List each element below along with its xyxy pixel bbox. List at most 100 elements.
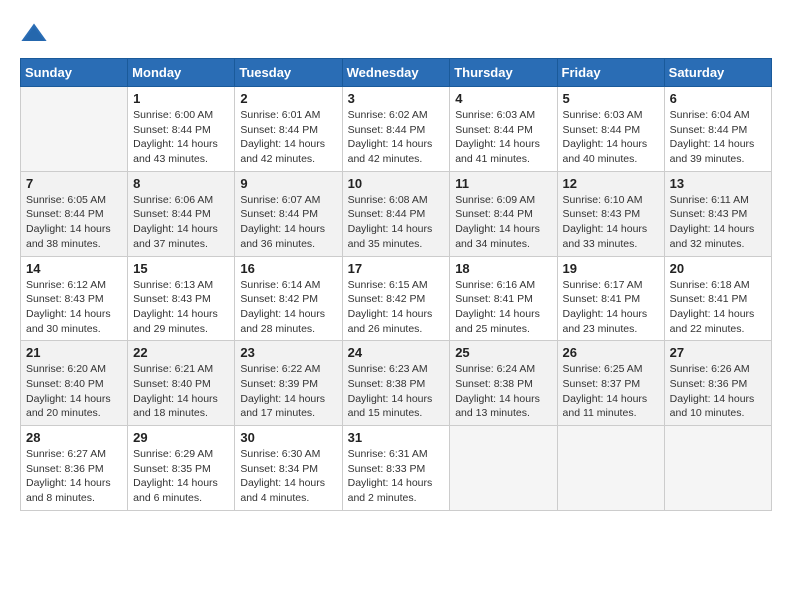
logo-icon xyxy=(20,20,48,48)
calendar-cell: 16Sunrise: 6:14 AM Sunset: 8:42 PM Dayli… xyxy=(235,256,342,341)
calendar-cell: 13 Sunrise: 6:11 AM Sunset: 8:43 PM Dayli… xyxy=(664,171,771,256)
calendar-cell: 7 Sunrise: 6:05 AM Sunset: 8:44 PM Daylig… xyxy=(21,171,128,256)
calendar-cell xyxy=(450,426,557,511)
day-info: Sunrise: 6:18 AM Sunset: 8:41 PM Dayligh… xyxy=(670,278,766,337)
calendar-cell: 20 Sunrise: 6:18 AM Sunset: 8:41 PM Dayli… xyxy=(664,256,771,341)
day-info: Sunrise: 6:07 AM Sunset: 8:44 PM Dayligh… xyxy=(240,193,336,252)
day-info: Sunrise: 6:02 AM Sunset: 8:44 PM Dayligh… xyxy=(348,108,445,167)
calendar-cell: 18Sunrise: 6:16 AM Sunset: 8:41 PM Dayli… xyxy=(450,256,557,341)
day-number: 14 xyxy=(26,261,122,276)
day-number: 28 xyxy=(26,430,122,445)
day-number: 25 xyxy=(455,345,551,360)
calendar-cell: 29 Sunrise: 6:29 AM Sunset: 8:35 PM Dayli… xyxy=(128,426,235,511)
day-info: Sunrise: 6:01 AM Sunset: 8:44 PM Dayligh… xyxy=(240,108,336,167)
day-number: 2 xyxy=(240,91,336,106)
day-info: Sunrise: 6:00 AM Sunset: 8:44 PM Dayligh… xyxy=(133,108,229,167)
calendar-cell: 26 Sunrise: 6:25 AM Sunset: 8:37 PM Dayli… xyxy=(557,341,664,426)
calendar-cell: 10 Sunrise: 6:08 AM Sunset: 8:44 PM Dayli… xyxy=(342,171,450,256)
day-number: 20 xyxy=(670,261,766,276)
day-info: Sunrise: 6:27 AM Sunset: 8:36 PM Dayligh… xyxy=(26,447,122,506)
day-number: 4 xyxy=(455,91,551,106)
calendar-cell: 21 Sunrise: 6:20 AM Sunset: 8:40 PM Dayli… xyxy=(21,341,128,426)
calendar-cell: 17 Sunrise: 6:15 AM Sunset: 8:42 PM Dayli… xyxy=(342,256,450,341)
day-info: Sunrise: 6:23 AM Sunset: 8:38 PM Dayligh… xyxy=(348,362,445,421)
calendar-cell: 19 Sunrise: 6:17 AM Sunset: 8:41 PM Dayli… xyxy=(557,256,664,341)
day-header-monday: Monday xyxy=(128,59,235,87)
day-info: Sunrise: 6:05 AM Sunset: 8:44 PM Dayligh… xyxy=(26,193,122,252)
calendar-cell: 11 Sunrise: 6:09 AM Sunset: 8:44 PM Dayli… xyxy=(450,171,557,256)
calendar-cell: 6 Sunrise: 6:04 AM Sunset: 8:44 PM Daylig… xyxy=(664,87,771,172)
calendar-cell: 24 Sunrise: 6:23 AM Sunset: 8:38 PM Dayli… xyxy=(342,341,450,426)
day-number: 21 xyxy=(26,345,122,360)
calendar-cell: 9Sunrise: 6:07 AM Sunset: 8:44 PM Daylig… xyxy=(235,171,342,256)
calendar-cell: 12 Sunrise: 6:10 AM Sunset: 8:43 PM Dayli… xyxy=(557,171,664,256)
day-info: Sunrise: 6:09 AM Sunset: 8:44 PM Dayligh… xyxy=(455,193,551,252)
day-info: Sunrise: 6:03 AM Sunset: 8:44 PM Dayligh… xyxy=(563,108,659,167)
day-info: Sunrise: 6:12 AM Sunset: 8:43 PM Dayligh… xyxy=(26,278,122,337)
calendar-cell xyxy=(664,426,771,511)
day-info: Sunrise: 6:31 AM Sunset: 8:33 PM Dayligh… xyxy=(348,447,445,506)
day-number: 26 xyxy=(563,345,659,360)
day-info: Sunrise: 6:13 AM Sunset: 8:43 PM Dayligh… xyxy=(133,278,229,337)
day-info: Sunrise: 6:14 AM Sunset: 8:42 PM Dayligh… xyxy=(240,278,336,337)
day-info: Sunrise: 6:04 AM Sunset: 8:44 PM Dayligh… xyxy=(670,108,766,167)
day-info: Sunrise: 6:24 AM Sunset: 8:38 PM Dayligh… xyxy=(455,362,551,421)
day-number: 19 xyxy=(563,261,659,276)
day-number: 22 xyxy=(133,345,229,360)
day-number: 6 xyxy=(670,91,766,106)
day-header-sunday: Sunday xyxy=(21,59,128,87)
calendar-table: SundayMondayTuesdayWednesdayThursdayFrid… xyxy=(20,58,772,511)
day-header-wednesday: Wednesday xyxy=(342,59,450,87)
day-info: Sunrise: 6:17 AM Sunset: 8:41 PM Dayligh… xyxy=(563,278,659,337)
day-number: 5 xyxy=(563,91,659,106)
day-info: Sunrise: 6:20 AM Sunset: 8:40 PM Dayligh… xyxy=(26,362,122,421)
calendar-cell: 27 Sunrise: 6:26 AM Sunset: 8:36 PM Dayli… xyxy=(664,341,771,426)
calendar-cell: 5 Sunrise: 6:03 AM Sunset: 8:44 PM Daylig… xyxy=(557,87,664,172)
calendar-cell xyxy=(557,426,664,511)
calendar-header xyxy=(20,20,772,48)
day-number: 27 xyxy=(670,345,766,360)
day-number: 23 xyxy=(240,345,336,360)
day-info: Sunrise: 6:10 AM Sunset: 8:43 PM Dayligh… xyxy=(563,193,659,252)
calendar-cell: 4 Sunrise: 6:03 AM Sunset: 8:44 PM Daylig… xyxy=(450,87,557,172)
day-number: 1 xyxy=(133,91,229,106)
day-number: 24 xyxy=(348,345,445,360)
calendar-cell: 1 Sunrise: 6:00 AM Sunset: 8:44 PM Daylig… xyxy=(128,87,235,172)
calendar-cell xyxy=(21,87,128,172)
calendar-cell: 15 Sunrise: 6:13 AM Sunset: 8:43 PM Dayli… xyxy=(128,256,235,341)
day-info: Sunrise: 6:22 AM Sunset: 8:39 PM Dayligh… xyxy=(240,362,336,421)
calendar-cell: 2 Sunrise: 6:01 AM Sunset: 8:44 PM Daylig… xyxy=(235,87,342,172)
day-info: Sunrise: 6:21 AM Sunset: 8:40 PM Dayligh… xyxy=(133,362,229,421)
day-number: 18 xyxy=(455,261,551,276)
calendar-cell: 31 Sunrise: 6:31 AM Sunset: 8:33 PM Dayli… xyxy=(342,426,450,511)
day-info: Sunrise: 6:11 AM Sunset: 8:43 PM Dayligh… xyxy=(670,193,766,252)
day-number: 3 xyxy=(348,91,445,106)
day-number: 29 xyxy=(133,430,229,445)
calendar-cell: 28 Sunrise: 6:27 AM Sunset: 8:36 PM Dayli… xyxy=(21,426,128,511)
day-info: Sunrise: 6:08 AM Sunset: 8:44 PM Dayligh… xyxy=(348,193,445,252)
calendar-cell: 25 Sunrise: 6:24 AM Sunset: 8:38 PM Dayli… xyxy=(450,341,557,426)
day-number: 17 xyxy=(348,261,445,276)
day-number: 31 xyxy=(348,430,445,445)
day-info: Sunrise: 6:30 AM Sunset: 8:34 PM Dayligh… xyxy=(240,447,336,506)
day-header-tuesday: Tuesday xyxy=(235,59,342,87)
day-info: Sunrise: 6:25 AM Sunset: 8:37 PM Dayligh… xyxy=(563,362,659,421)
calendar-cell: 23 Sunrise: 6:22 AM Sunset: 8:39 PM Dayli… xyxy=(235,341,342,426)
day-number: 12 xyxy=(563,176,659,191)
day-header-thursday: Thursday xyxy=(450,59,557,87)
day-number: 8 xyxy=(133,176,229,191)
calendar-cell: 14 Sunrise: 6:12 AM Sunset: 8:43 PM Dayli… xyxy=(21,256,128,341)
calendar-header-row: SundayMondayTuesdayWednesdayThursdayFrid… xyxy=(21,59,772,87)
day-info: Sunrise: 6:26 AM Sunset: 8:36 PM Dayligh… xyxy=(670,362,766,421)
day-number: 10 xyxy=(348,176,445,191)
day-number: 7 xyxy=(26,176,122,191)
day-number: 11 xyxy=(455,176,551,191)
day-header-saturday: Saturday xyxy=(664,59,771,87)
day-info: Sunrise: 6:03 AM Sunset: 8:44 PM Dayligh… xyxy=(455,108,551,167)
calendar-cell: 30Sunrise: 6:30 AM Sunset: 8:34 PM Dayli… xyxy=(235,426,342,511)
day-number: 13 xyxy=(670,176,766,191)
calendar-cell: 8Sunrise: 6:06 AM Sunset: 8:44 PM Daylig… xyxy=(128,171,235,256)
day-number: 15 xyxy=(133,261,229,276)
day-info: Sunrise: 6:29 AM Sunset: 8:35 PM Dayligh… xyxy=(133,447,229,506)
day-info: Sunrise: 6:15 AM Sunset: 8:42 PM Dayligh… xyxy=(348,278,445,337)
